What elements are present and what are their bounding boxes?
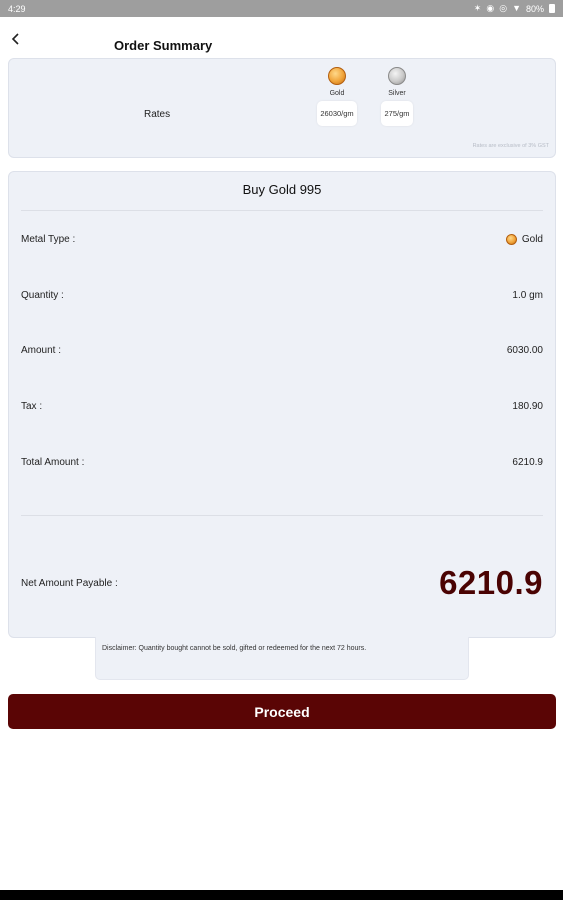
bluetooth-icon: ✶ — [473, 3, 482, 13]
tax-value: 180.90 — [512, 401, 543, 412]
chevron-left-icon — [11, 33, 19, 45]
net-amount-value: 6210.9 — [439, 564, 543, 601]
silver-rate: 275/gm — [381, 101, 413, 126]
amount-value: 6030.00 — [506, 345, 543, 356]
rates-label: Rates — [144, 109, 171, 120]
quantity-value: 1.0 gm — [512, 290, 543, 301]
metal-type-value: Gold — [521, 234, 543, 245]
battery-icon — [549, 4, 555, 13]
wifi-icon: ▼ — [512, 3, 521, 13]
back-button[interactable] — [6, 29, 26, 49]
eye-icon: ◉ — [486, 3, 495, 13]
gold-rate-column[interactable]: Gold 26030/gm — [311, 67, 363, 126]
circle-icon: ◎ — [499, 3, 508, 13]
gold-coin-icon — [505, 234, 517, 245]
silver-rate-column[interactable]: Silver 275/gm — [371, 67, 423, 126]
total-amount-row: Total Amount : 6210.9 — [21, 457, 543, 468]
page-title: Order Summary — [114, 38, 213, 53]
status-bar: 4:29 ✶ ◉ ◎ ▼ 80% — [0, 0, 563, 17]
net-amount-label: Net Amount Payable : — [21, 577, 118, 589]
proceed-button[interactable]: Proceed — [8, 694, 556, 729]
row-label: Metal Type : — [21, 234, 76, 245]
gold-name: Gold — [329, 90, 345, 97]
net-amount-row: Net Amount Payable : 6210.9 — [21, 564, 543, 602]
gold-coin-icon — [328, 67, 346, 85]
row-value: Gold — [505, 234, 543, 245]
total-amount-value: 6210.9 — [512, 457, 543, 468]
summary-title: Buy Gold 995 — [242, 182, 322, 197]
app-header: Order Summary — [0, 17, 563, 57]
metal-type-row: Metal Type : Gold — [21, 234, 543, 245]
silver-name: Silver — [388, 90, 406, 97]
status-icons: ✶ ◉ ◎ ▼ 80% — [474, 4, 555, 14]
status-time: 4:29 — [8, 3, 26, 14]
quantity-row: Quantity : 1.0 gm — [21, 290, 543, 301]
disclaimer: Disclaimer: Quantity bought cannot be so… — [95, 637, 469, 680]
row-label: Quantity : — [21, 290, 64, 301]
silver-coin-icon — [388, 67, 406, 85]
battery-percent: 80% — [525, 3, 544, 14]
navigation-bar — [0, 890, 563, 900]
amount-row: Amount : 6030.00 — [21, 345, 543, 356]
gold-rate: 26030/gm — [317, 101, 357, 126]
order-summary-card: Buy Gold 995 Metal Type : Gold Quantity … — [8, 171, 556, 638]
rates-note: Rates are exclusive of 3% GST — [472, 143, 549, 149]
divider — [21, 515, 543, 516]
row-label: Total Amount : — [21, 457, 85, 468]
row-label: Amount : — [21, 345, 62, 356]
rates-card: Rates Gold 26030/gm Silver 275/gm Rates … — [8, 58, 556, 158]
divider — [21, 210, 543, 211]
row-label: Tax : — [21, 401, 43, 412]
tax-row: Tax : 180.90 — [21, 401, 543, 412]
